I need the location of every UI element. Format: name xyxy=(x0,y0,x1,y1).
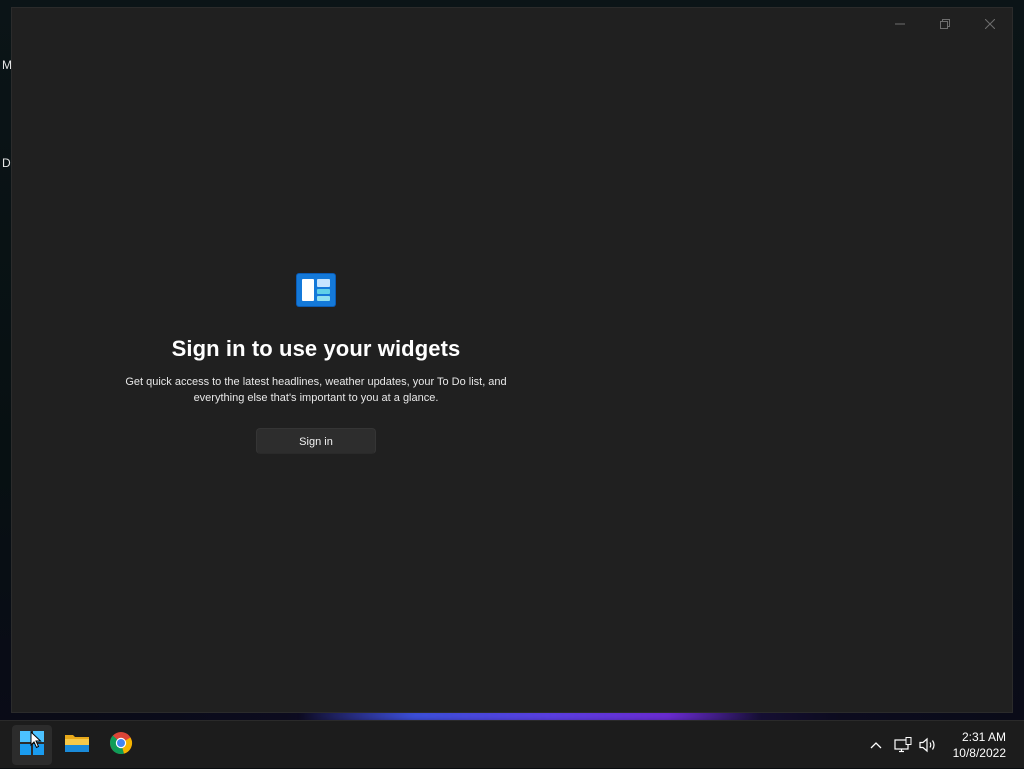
minimize-icon xyxy=(894,19,905,29)
widgets-window: Sign in to use your widgets Get quick ac… xyxy=(12,8,1012,712)
sign-in-panel: Sign in to use your widgets Get quick ac… xyxy=(12,272,620,454)
file-explorer-icon xyxy=(64,732,90,759)
sign-in-description: Get quick access to the latest headlines… xyxy=(116,374,516,406)
clock-date: 10/8/2022 xyxy=(952,746,1006,760)
taskbar-clock[interactable]: 2:31 AM 10/8/2022 xyxy=(953,729,1006,761)
desktop-icon-label[interactable]: M xyxy=(2,58,12,72)
restore-icon xyxy=(939,19,950,29)
close-button[interactable] xyxy=(967,8,1012,40)
close-icon xyxy=(984,19,995,29)
system-tray xyxy=(866,721,940,769)
widgets-logo-icon xyxy=(296,273,336,307)
restore-button[interactable] xyxy=(922,8,967,40)
desktop-icon-label[interactable]: D xyxy=(2,156,11,170)
chrome-icon xyxy=(109,731,133,760)
clock-time: 2:31 AM xyxy=(961,730,1006,744)
sign-in-button[interactable]: Sign in xyxy=(256,428,376,454)
description-line: Get quick access to the latest headlines… xyxy=(125,376,507,388)
network-icon[interactable] xyxy=(890,737,916,753)
file-explorer-button[interactable] xyxy=(57,725,97,765)
taskbar: 2:31 AM 10/8/2022 xyxy=(0,720,1024,768)
minimize-button[interactable] xyxy=(877,8,922,40)
page-title: Sign in to use your widgets xyxy=(171,336,461,361)
mouse-cursor-icon xyxy=(30,730,42,754)
chrome-button[interactable] xyxy=(101,725,141,765)
volume-icon[interactable] xyxy=(916,737,940,753)
window-controls xyxy=(877,8,1012,40)
chevron-up-icon[interactable] xyxy=(866,741,886,749)
description-line: everything else that's important to you … xyxy=(193,392,439,404)
